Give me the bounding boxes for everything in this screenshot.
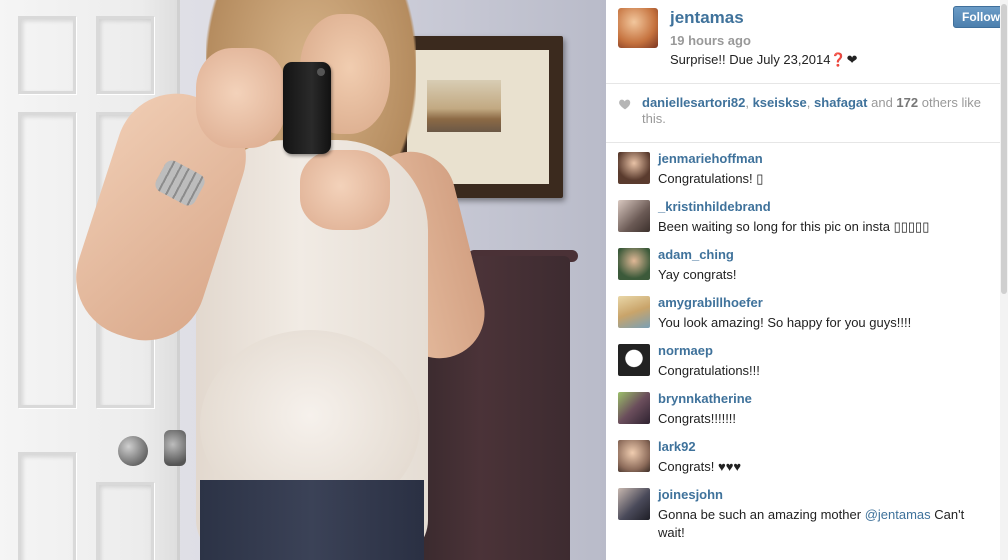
- post-sidebar: jentamas 19 hours ago Surprise!! Due Jul…: [606, 0, 1008, 560]
- comment-item: joinesjohn Gonna be such an amazing moth…: [606, 486, 1000, 540]
- door-knob: [118, 436, 148, 466]
- commenter-avatar[interactable]: [618, 200, 650, 232]
- scrollbar-track[interactable]: [1000, 0, 1008, 560]
- comment-item: jenmariehoffman Congratulations! ▯: [606, 150, 1000, 198]
- liker-link[interactable]: kseiskse: [753, 95, 807, 110]
- likes-and: and: [867, 95, 897, 110]
- commenter-avatar[interactable]: [618, 296, 650, 328]
- commenter-username[interactable]: normaep: [658, 343, 713, 358]
- owner-avatar[interactable]: [618, 8, 658, 48]
- comment-text: Congrats! ♥♥♥: [658, 459, 742, 474]
- commenter-username[interactable]: amygrabillhoefer: [658, 295, 763, 310]
- comment-text: Gonna be such an amazing mother @jentama…: [658, 506, 988, 542]
- comment-item: normaep Congratulations!!!: [606, 342, 1000, 390]
- commenter-username[interactable]: adam_ching: [658, 247, 734, 262]
- door-panel: [18, 112, 76, 408]
- comment-item: adam_ching Yay congrats!: [606, 246, 1000, 294]
- mention-link[interactable]: @jentamas: [865, 507, 931, 522]
- commenter-avatar[interactable]: [618, 248, 650, 280]
- comment-text: You look amazing! So happy for you guys!…: [658, 315, 912, 330]
- commenter-username[interactable]: joinesjohn: [658, 487, 723, 502]
- owner-username[interactable]: jentamas: [670, 8, 744, 28]
- comment-text: Yay congrats!: [658, 267, 737, 282]
- door-panel: [96, 16, 154, 94]
- commenter-avatar[interactable]: [618, 152, 650, 184]
- comment-text: Congratulations!!!: [658, 363, 760, 378]
- likes-text: daniellesartori82, kseiskse, shafagat an…: [642, 95, 1002, 127]
- likes-separator: ,: [806, 95, 815, 110]
- comment-text: Been waiting so long for this pic on ins…: [658, 219, 930, 234]
- comment-text: Congratulations! ▯: [658, 171, 764, 186]
- jeans: [200, 480, 424, 560]
- comment-item: lark92 Congrats! ♥♥♥: [606, 438, 1000, 486]
- commenter-username[interactable]: lark92: [658, 439, 696, 454]
- likes-count[interactable]: 172: [896, 95, 918, 110]
- door-panel: [18, 452, 76, 560]
- comment-item: brynnkatherine Congrats!!!!!!!: [606, 390, 1000, 438]
- commenter-username[interactable]: jenmariehoffman: [658, 151, 763, 166]
- comment-text-part: Gonna be such an amazing mother: [658, 507, 865, 522]
- commenter-avatar[interactable]: [618, 440, 650, 472]
- heart-icon[interactable]: [618, 97, 632, 111]
- commenter-avatar[interactable]: [618, 392, 650, 424]
- commenter-username[interactable]: brynnkatherine: [658, 391, 752, 406]
- commenter-username[interactable]: _kristinhildebrand: [658, 199, 771, 214]
- commenter-avatar[interactable]: [618, 488, 650, 520]
- right-hand: [300, 150, 390, 230]
- post-timestamp: 19 hours ago: [670, 33, 751, 48]
- frame-art: [427, 80, 501, 132]
- likes-separator: ,: [745, 95, 753, 110]
- comments-list: jenmariehoffman Congratulations! ▯ _kris…: [606, 150, 1000, 540]
- post-photo[interactable]: [0, 0, 606, 560]
- door-latch: [164, 430, 186, 466]
- phone: [283, 62, 331, 154]
- left-hand: [196, 48, 286, 148]
- comment-text: Congrats!!!!!!!: [658, 411, 737, 426]
- scrollbar-thumb[interactable]: [1001, 4, 1007, 294]
- liker-link[interactable]: shafagat: [814, 95, 867, 110]
- commenter-avatar[interactable]: [618, 344, 650, 376]
- door-panel: [18, 16, 76, 94]
- liker-link[interactable]: daniellesartori82: [642, 95, 745, 110]
- post-header: jentamas 19 hours ago Surprise!! Due Jul…: [606, 0, 1008, 84]
- door-panel: [96, 482, 154, 560]
- comment-item: _kristinhildebrand Been waiting so long …: [606, 198, 1000, 246]
- likes-section: daniellesartori82, kseiskse, shafagat an…: [606, 85, 1000, 143]
- comment-item: amygrabillhoefer You look amazing! So ha…: [606, 294, 1000, 342]
- post-caption: Surprise!! Due July 23,2014❓❤: [670, 52, 858, 67]
